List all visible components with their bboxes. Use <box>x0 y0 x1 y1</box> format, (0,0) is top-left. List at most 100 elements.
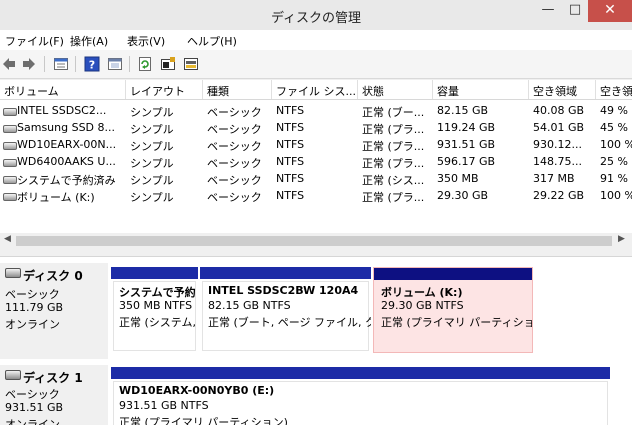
volume-row[interactable]: INTEL SSDSC2... シンプル ベーシック NTFS 正常 (ブー..… <box>0 102 632 119</box>
column-header-filesystem[interactable]: ファイル シス... <box>276 83 356 99</box>
refresh-icon[interactable] <box>137 56 153 72</box>
back-arrow-icon[interactable] <box>1 56 17 72</box>
list-view-icon[interactable] <box>53 56 69 72</box>
disk-info-panel[interactable]: ディスク 0 ベーシック 111.79 GB オンライン <box>0 263 108 359</box>
scroll-left-arrow-icon[interactable]: ◀ <box>4 234 11 244</box>
volume-free-space: 148.75... <box>533 155 582 168</box>
volume-status: 正常 (プラ... <box>362 157 425 170</box>
toolbar: ? <box>0 50 632 79</box>
volume-filesystem: NTFS <box>276 138 305 151</box>
column-header-layout[interactable]: レイアウト <box>130 83 200 99</box>
maximize-button[interactable]: □ <box>562 0 588 22</box>
minimize-button[interactable]: — <box>534 0 562 22</box>
partition-status: 正常 (プライマリ パーティション) <box>381 316 533 329</box>
disk-props-icon[interactable] <box>183 56 199 72</box>
volume-free-percent: 91 % <box>600 172 628 185</box>
disk-size: 931.51 GB <box>5 401 64 414</box>
pane-splitter[interactable] <box>0 250 632 257</box>
column-divider[interactable] <box>202 80 203 99</box>
volume-free-space: 54.01 GB <box>533 121 585 134</box>
column-divider[interactable] <box>357 80 358 99</box>
partition-size: 82.15 GB NTFS <box>208 299 291 312</box>
volume-status: 正常 (プラ... <box>362 191 425 204</box>
partition-body: WD10EARX-00N0YB0 (E:) 931.51 GB NTFS 正常 … <box>113 381 608 425</box>
column-divider[interactable] <box>528 80 529 99</box>
partition-wd10earx[interactable]: WD10EARX-00N0YB0 (E:) 931.51 GB NTFS 正常 … <box>111 367 610 425</box>
volume-layout: シンプル <box>130 123 174 136</box>
column-divider[interactable] <box>271 80 272 99</box>
volume-name: システムで予約済み <box>17 174 116 187</box>
volume-list-header: ボリューム レイアウト 種類 ファイル シス... 状態 容量 空き領域 空き領 <box>0 80 632 100</box>
disk-type: ベーシック <box>5 288 60 301</box>
volume-type: ベーシック <box>207 157 262 170</box>
volume-status: 正常 (ブー... <box>362 106 425 119</box>
partition-bar <box>111 267 198 279</box>
menu-help[interactable]: ヘルプ(H) <box>187 33 237 49</box>
help-icon[interactable]: ? <box>84 56 100 72</box>
volume-type: ベーシック <box>207 106 262 119</box>
volume-layout: シンプル <box>130 191 174 204</box>
volume-row[interactable]: システムで予約済み シンプル ベーシック NTFS 正常 (シス... 350 … <box>0 170 632 187</box>
volume-type: ベーシック <box>207 191 262 204</box>
volume-layout: シンプル <box>130 106 174 119</box>
volume-free-space: 40.08 GB <box>533 104 585 117</box>
volume-status: 正常 (プラ... <box>362 140 425 153</box>
volume-filesystem: NTFS <box>276 155 305 168</box>
disk-info-panel[interactable]: ディスク 1 ベーシック 931.51 GB オンライン <box>0 365 108 425</box>
volume-layout: シンプル <box>130 174 174 187</box>
column-header-type[interactable]: 種類 <box>207 83 269 99</box>
volume-name: INTEL SSDSC2... <box>17 104 107 117</box>
volume-row[interactable]: WD6400AAKS U... シンプル ベーシック NTFS 正常 (プラ..… <box>0 153 632 170</box>
settings-icon[interactable] <box>160 56 176 72</box>
volume-capacity: 350 MB <box>437 172 479 185</box>
scrollbar-thumb[interactable] <box>16 236 612 246</box>
volume-capacity: 119.24 GB <box>437 121 496 134</box>
menu-action[interactable]: 操作(A) <box>70 33 108 49</box>
volume-filesystem: NTFS <box>276 121 305 134</box>
column-divider[interactable] <box>125 80 126 99</box>
partition-title: WD10EARX-00N0YB0 (E:) <box>119 384 275 397</box>
partition-system-reserved[interactable]: システムで予約 350 MB NTFS 正常 (システム, <box>111 267 198 353</box>
column-header-free-percent[interactable]: 空き領 <box>600 83 632 99</box>
volume-type: ベーシック <box>207 174 262 187</box>
partition-intel-ssd[interactable]: INTEL SSDSC2BW 120A4 82.15 GB NTFS 正常 (ブ… <box>200 267 371 353</box>
disk-graph-view: ディスク 0 ベーシック 111.79 GB オンライン システムで予約 350… <box>0 257 632 425</box>
partition-title: ボリューム (K:) <box>381 286 463 299</box>
column-divider[interactable] <box>595 80 596 99</box>
scroll-right-arrow-icon[interactable]: ▶ <box>618 234 625 244</box>
volume-layout: シンプル <box>130 157 174 170</box>
volume-free-percent: 45 % <box>600 121 628 134</box>
partition-title: システムで予約 <box>119 286 196 299</box>
menu-view[interactable]: 表示(V) <box>127 33 165 49</box>
column-divider[interactable] <box>432 80 433 99</box>
partition-status: 正常 (プライマリ パーティション) <box>119 416 288 425</box>
forward-arrow-icon[interactable] <box>21 56 37 72</box>
volume-capacity: 82.15 GB <box>437 104 489 117</box>
svg-text:?: ? <box>89 59 95 72</box>
volume-filesystem: NTFS <box>276 172 305 185</box>
menu-file[interactable]: ファイル(F) <box>5 33 64 49</box>
disk-icon <box>3 142 17 150</box>
column-header-status[interactable]: 状態 <box>362 83 428 99</box>
column-header-volume[interactable]: ボリューム <box>4 83 120 99</box>
volume-row[interactable]: WD10EARX-00N... シンプル ベーシック NTFS 正常 (プラ..… <box>0 136 632 153</box>
volume-row[interactable]: ボリューム (K:) シンプル ベーシック NTFS 正常 (プラ... 29.… <box>0 187 632 204</box>
volume-filesystem: NTFS <box>276 189 305 202</box>
partition-bar <box>374 268 532 280</box>
column-header-capacity[interactable]: 容量 <box>437 83 525 99</box>
close-button[interactable]: ✕ <box>588 0 632 22</box>
column-header-free-space[interactable]: 空き領域 <box>533 83 593 99</box>
partition-bar <box>111 367 610 379</box>
disk-icon <box>5 268 21 278</box>
volume-status: 正常 (プラ... <box>362 123 425 136</box>
volume-capacity: 931.51 GB <box>437 138 496 151</box>
disk-name: ディスク 0 <box>23 269 83 283</box>
horizontal-scrollbar[interactable]: ◀ ▶ <box>0 233 632 250</box>
volume-name: ボリューム (K:) <box>17 191 95 204</box>
partition-size: 350 MB NTFS <box>119 299 193 312</box>
properties-icon[interactable] <box>107 56 123 72</box>
volume-layout: シンプル <box>130 140 174 153</box>
partition-volume-k-selected[interactable]: ボリューム (K:) 29.30 GB NTFS 正常 (プライマリ パーティシ… <box>373 267 533 353</box>
volume-name: WD10EARX-00N... <box>17 138 117 151</box>
volume-row[interactable]: Samsung SSD 8... シンプル ベーシック NTFS 正常 (プラ.… <box>0 119 632 136</box>
